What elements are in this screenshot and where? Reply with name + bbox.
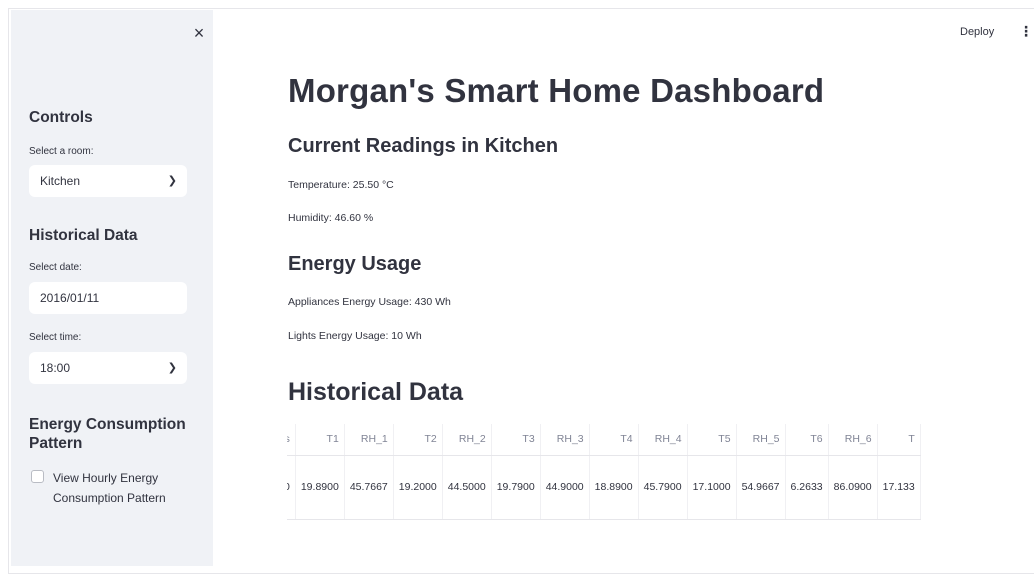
time-label: Select time: — [29, 332, 82, 343]
table-column-header[interactable]: T4 — [589, 424, 639, 456]
table-column-header[interactable]: RH_4 — [638, 424, 688, 456]
page-title: Morgan's Smart Home Dashboard — [288, 72, 825, 109]
energy-consumption-heading: Energy Consumption Pattern — [29, 416, 186, 452]
table-cell[interactable]: 19.2000 — [393, 455, 443, 520]
table-column-header[interactable]: T5 — [687, 424, 737, 456]
historical-data-table[interactable]: sT1RH_1T2RH_2T3RH_3T4RH_4T5RH_5T6RH_6T 0… — [287, 424, 973, 524]
room-label: Select a room: — [29, 146, 94, 157]
deploy-button[interactable]: Deploy — [960, 26, 994, 38]
humidity-reading: Humidity: 46.60 % — [288, 212, 374, 224]
table-column-header[interactable]: RH_2 — [442, 424, 492, 456]
table-cell[interactable]: 6.2633 — [785, 455, 829, 520]
hourly-pattern-checkbox-label[interactable]: View Hourly Energy Consumption Pattern — [53, 468, 203, 508]
table-row: 019.890045.766719.200044.500019.790044.9… — [287, 455, 921, 520]
table-column-header[interactable]: T — [877, 424, 921, 456]
table-cell[interactable]: 44.5000 — [442, 455, 492, 520]
table-body: 019.890045.766719.200044.500019.790044.9… — [287, 455, 921, 520]
date-label: Select date: — [29, 262, 82, 273]
table-cell[interactable]: 17.133 — [877, 455, 921, 520]
table-column-header[interactable]: T6 — [785, 424, 829, 456]
table-column-header[interactable]: RH_3 — [540, 424, 590, 456]
controls-heading: Controls — [29, 109, 93, 126]
more-menu-icon[interactable]: ⋮ — [1019, 24, 1033, 38]
table-header-row: s T1 RH_1 T2 RH_2 T3 RH_3 T4 RH_4 T5 RH_5 T6 RH_6 T — [287, 424, 921, 456]
time-select-value: 18:00 — [40, 361, 71, 375]
table-cell[interactable]: 45.7667 — [344, 455, 394, 520]
table-cell[interactable]: 0 — [287, 455, 296, 520]
room-select[interactable]: Kitchen ❯ — [29, 165, 187, 197]
table-column-header[interactable]: T2 — [393, 424, 443, 456]
room-select-value: Kitchen — [40, 174, 81, 188]
temperature-reading: Temperature: 25.50 °C — [288, 179, 394, 191]
chevron-down-icon: ❯ — [167, 175, 177, 187]
chevron-down-icon: ❯ — [167, 362, 177, 374]
table-column-header[interactable]: s — [287, 424, 296, 456]
table-column-header[interactable]: RH_1 — [344, 424, 394, 456]
table-cell[interactable]: 17.1000 — [687, 455, 737, 520]
hourly-pattern-checkbox[interactable] — [31, 470, 44, 483]
energy-usage-heading: Energy Usage — [288, 253, 422, 275]
lights-energy-reading: Lights Energy Usage: 10 Wh — [288, 330, 422, 342]
table-cell[interactable]: 45.7900 — [638, 455, 688, 520]
table-column-header[interactable]: T3 — [491, 424, 541, 456]
table-cell[interactable]: 18.8900 — [589, 455, 639, 520]
table-column-header[interactable]: RH_6 — [828, 424, 878, 456]
table-column-header[interactable]: RH_5 — [736, 424, 786, 456]
table-cell[interactable]: 44.9000 — [540, 455, 590, 520]
date-input[interactable]: 2016/01/11 — [29, 282, 187, 314]
sidebar: × Controls Select a room: Kitchen ❯ Hist… — [11, 10, 213, 566]
appliances-energy-reading: Appliances Energy Usage: 430 Wh — [288, 296, 451, 308]
table-cell[interactable]: 54.9667 — [736, 455, 786, 520]
time-select[interactable]: 18:00 ❯ — [29, 352, 187, 384]
table-cell[interactable]: 19.8900 — [295, 455, 345, 520]
historical-data-heading: Historical Data — [29, 227, 138, 244]
table-cell[interactable]: 19.7900 — [491, 455, 541, 520]
historical-data-section-heading: Historical Data — [288, 378, 464, 406]
table-column-header[interactable]: T1 — [295, 424, 345, 456]
current-readings-heading: Current Readings in Kitchen — [288, 135, 559, 157]
table-cell[interactable]: 86.0900 — [828, 455, 878, 520]
close-icon[interactable]: × — [190, 24, 208, 42]
